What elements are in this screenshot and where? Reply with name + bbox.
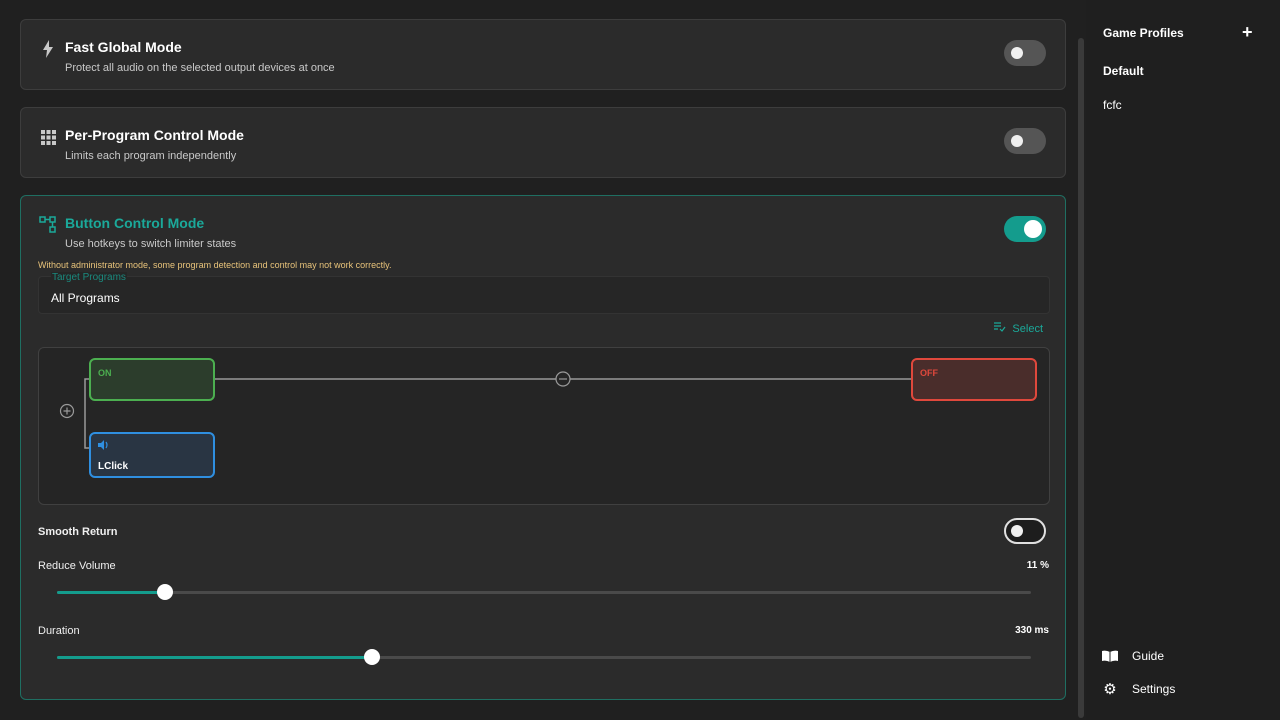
- button-control-mode-subtitle: Use hotkeys to switch limiter states: [65, 238, 237, 250]
- on-state-node[interactable]: ON: [89, 358, 215, 401]
- admin-warning: Without administrator mode, some program…: [38, 260, 392, 270]
- grid-icon: [39, 128, 57, 146]
- select-programs-button[interactable]: Select: [994, 322, 1043, 335]
- fast-global-mode-toggle[interactable]: [1004, 40, 1046, 66]
- slider-fill: [57, 656, 372, 659]
- main-panel: Fast Global Mode Protect all audio on th…: [0, 0, 1086, 720]
- duration-slider[interactable]: [57, 649, 1031, 665]
- lightning-icon: [39, 40, 57, 58]
- fast-global-mode-subtitle: Protect all audio on the selected output…: [65, 62, 335, 74]
- toggle-knob: [1011, 47, 1023, 59]
- off-state-label: OFF: [920, 368, 938, 378]
- select-programs-label: Select: [1012, 322, 1043, 335]
- reduce-volume-value: 11 %: [1026, 560, 1049, 571]
- target-programs-value: All Programs: [51, 291, 120, 305]
- slider-fill: [57, 591, 166, 594]
- game-profiles-title: Game Profiles: [1103, 26, 1184, 40]
- settings-link[interactable]: ⚙ Settings: [1102, 681, 1176, 698]
- add-branch-button[interactable]: [59, 403, 75, 419]
- toggle-knob: [1011, 525, 1023, 537]
- off-state-node[interactable]: OFF: [911, 358, 1037, 401]
- reduce-volume-label: Reduce Volume: [38, 560, 116, 572]
- guide-link[interactable]: Guide: [1102, 648, 1164, 664]
- button-control-mode-title: Button Control Mode: [65, 215, 205, 231]
- per-program-mode-toggle[interactable]: [1004, 128, 1046, 154]
- gear-icon: ⚙: [1103, 681, 1117, 698]
- per-program-mode-card[interactable]: Per-Program Control Mode Limits each pro…: [20, 107, 1066, 178]
- target-programs-field[interactable]: Target Programs All Programs: [38, 272, 1050, 314]
- book-icon: [1102, 648, 1118, 664]
- scrollbar[interactable]: [1078, 38, 1084, 718]
- button-control-mode-toggle[interactable]: [1004, 216, 1046, 242]
- plus-icon[interactable]: +: [1242, 22, 1253, 43]
- profile-item[interactable]: Default: [1103, 64, 1144, 78]
- on-state-label: ON: [98, 368, 112, 378]
- fast-global-mode-card[interactable]: Fast Global Mode Protect all audio on th…: [20, 19, 1066, 90]
- settings-label: Settings: [1132, 682, 1176, 696]
- guide-label: Guide: [1132, 649, 1165, 663]
- target-programs-label: Target Programs: [51, 272, 127, 283]
- smooth-return-toggle[interactable]: [1004, 518, 1046, 544]
- remove-link-button[interactable]: [555, 371, 571, 387]
- hotkey-flow-diagram: ON OFF LClick: [38, 347, 1050, 505]
- game-profiles-sidebar: Game Profiles + Default fcfc Guide ⚙ Set…: [1086, 0, 1280, 720]
- slider-thumb[interactable]: [157, 584, 174, 600]
- fast-global-mode-title: Fast Global Mode: [65, 39, 182, 55]
- hotkey-node[interactable]: LClick: [89, 432, 215, 478]
- per-program-mode-subtitle: Limits each program independently: [65, 150, 237, 162]
- duration-value: 330 ms: [1015, 625, 1049, 636]
- slider-thumb[interactable]: [363, 649, 380, 665]
- profile-item[interactable]: fcfc: [1103, 98, 1122, 112]
- hotkey-label: LClick: [98, 461, 129, 472]
- per-program-mode-title: Per-Program Control Mode: [65, 127, 244, 143]
- toggle-knob: [1024, 220, 1042, 238]
- flow-icon: [39, 216, 57, 234]
- button-control-mode-card[interactable]: Button Control Mode Use hotkeys to switc…: [20, 195, 1066, 700]
- list-check-icon: [994, 322, 1006, 335]
- smooth-return-label: Smooth Return: [38, 526, 118, 538]
- duration-label: Duration: [38, 625, 80, 637]
- reduce-volume-slider[interactable]: [57, 584, 1031, 600]
- toggle-knob: [1011, 135, 1023, 147]
